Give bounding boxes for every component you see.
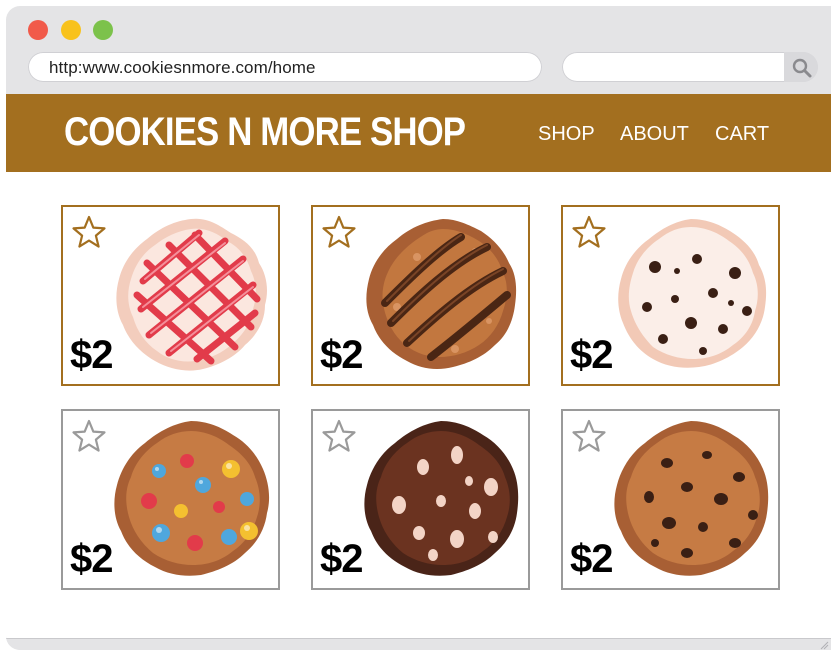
- product-grid: $2 $2 $2 $2 $2 $2: [6, 172, 831, 638]
- product-card[interactable]: $2: [561, 409, 780, 590]
- close-window-button[interactable]: [28, 20, 48, 40]
- resize-grip-icon[interactable]: [819, 640, 829, 650]
- site-logo-title[interactable]: COOKIES N MORE SHOP: [64, 110, 466, 155]
- nav-cart-link[interactable]: CART: [715, 123, 769, 146]
- product-price: $2: [570, 537, 613, 581]
- search-button[interactable]: [784, 52, 818, 82]
- product-price: $2: [320, 333, 363, 377]
- frosted-lattice-cookie-icon: [116, 218, 267, 371]
- product-card[interactable]: $2: [311, 409, 530, 590]
- double-chocolate-cookie-icon: [364, 421, 519, 576]
- browser-window: http:www.cookiesnmore.com/home COOKIES N…: [6, 6, 831, 650]
- star-icon[interactable]: [71, 419, 107, 453]
- chocolate-chip-cookie-icon: [614, 421, 769, 576]
- nav-about-link[interactable]: ABOUT: [620, 123, 689, 146]
- candy-cookie-icon: [114, 421, 270, 576]
- product-price: $2: [320, 537, 363, 581]
- product-price: $2: [70, 333, 113, 377]
- minimize-window-button[interactable]: [61, 20, 81, 40]
- star-icon[interactable]: [571, 419, 607, 453]
- star-icon[interactable]: [321, 419, 357, 453]
- star-icon[interactable]: [571, 215, 607, 249]
- product-price: $2: [570, 333, 613, 377]
- star-icon[interactable]: [321, 215, 357, 249]
- product-card[interactable]: $2: [311, 205, 530, 386]
- site-header: COOKIES N MORE SHOP SHOP ABOUT CART: [6, 94, 831, 172]
- star-icon[interactable]: [71, 215, 107, 249]
- product-price: $2: [70, 537, 113, 581]
- chocolate-drizzle-cookie-icon: [366, 219, 517, 369]
- browser-status-bar: [6, 638, 831, 650]
- white-chip-cookie-icon: [618, 219, 767, 368]
- url-text: http:www.cookiesnmore.com/home: [49, 58, 316, 77]
- product-card[interactable]: $2: [61, 205, 280, 386]
- product-card[interactable]: $2: [61, 409, 280, 590]
- search-icon: [792, 58, 812, 78]
- address-bar[interactable]: http:www.cookiesnmore.com/home: [28, 52, 542, 82]
- maximize-window-button[interactable]: [93, 20, 113, 40]
- nav-shop-link[interactable]: SHOP: [538, 123, 595, 146]
- product-card[interactable]: $2: [561, 205, 780, 386]
- browser-search-input[interactable]: [562, 52, 818, 82]
